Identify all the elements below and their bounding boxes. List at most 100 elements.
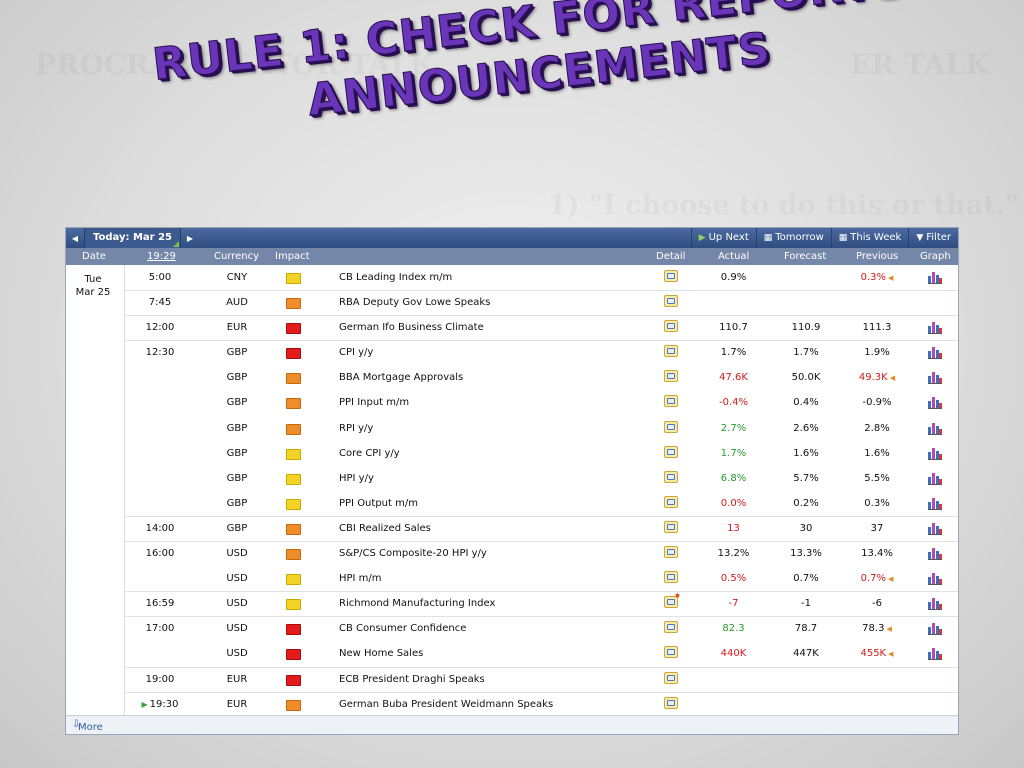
graph-chart-icon[interactable] [928,622,942,636]
graph-chart-icon[interactable] [928,547,942,561]
impact-high-icon [286,674,301,686]
detail-folder-icon[interactable] [664,591,681,609]
event-row[interactable]: 12:00 EUR German Ifo Business Climate 110.7… [66,315,958,340]
event-currency: USD [226,573,248,585]
event-row[interactable]: 14:00 GBP CBI Realized Sales 13 30 37 [66,515,958,541]
graph-chart-icon[interactable] [928,447,942,460]
event-row[interactable]: GBP PPI Input m/m -0.4% 0.4% -0.9% [66,390,958,415]
graph-chart-icon[interactable] [928,422,942,435]
event-name[interactable]: HPI m/m [339,573,382,584]
event-row[interactable]: 12:30 GBP CPI y/y 1.7% 1.7% 1.9% [66,340,958,365]
event-row[interactable]: 16:59 USD Richmond Manufacturing Index -7 -1… [66,591,958,616]
event-row[interactable]: GBP PPI Output m/m 0.0% 0.2% 0.3% [66,491,958,516]
event-row[interactable]: GBP HPI y/y 6.8% 5.7% 5.5% [66,466,958,491]
event-name[interactable]: German Buba President Weidmann Speaks [339,699,553,710]
event-time: 19:00 [145,673,175,685]
detail-folder-icon[interactable] [664,646,678,659]
graph-chart-icon[interactable] [928,497,942,510]
detail-folder-icon[interactable] [664,546,678,559]
detail-folder-icon[interactable] [664,295,678,308]
graph-chart-icon[interactable] [928,346,942,360]
graph-chart-icon[interactable] [928,271,942,284]
event-row[interactable]: 16:00 USD S&P/CS Composite-20 HPI y/y 13.2%… [66,541,958,566]
event-name[interactable]: ECB President Draghi Speaks [339,674,485,685]
event-name[interactable]: CPI y/y [339,347,373,358]
event-previous: 0.3% [864,497,890,509]
detail-folder-icon[interactable] [664,696,678,709]
detail-folder-icon[interactable] [664,445,678,458]
event-name[interactable]: CBI Realized Sales [339,523,431,534]
event-actual: 82.3 [722,623,745,635]
event-row[interactable]: USD HPI m/m 0.5% 0.7% 0.7% ◀ [66,566,958,591]
detail-folder-icon[interactable] [664,395,678,408]
event-forecast: 13.3% [790,548,822,560]
col-time-current[interactable]: 19:29 [147,251,176,262]
event-row[interactable]: 5:00 CNY CB Leading Index m/m 0.9% 0.3% ◀ [66,265,958,290]
filter-button[interactable]: ▼ Filter [908,228,958,248]
detail-folder-icon[interactable] [664,571,678,584]
detail-folder-icon[interactable] [664,320,678,333]
detail-folder-icon[interactable] [664,470,678,483]
play-icon: ▶ [698,233,706,243]
event-name[interactable]: PPI Input m/m [339,397,409,408]
filter-icon: ▼ [916,233,924,243]
event-name[interactable]: PPI Output m/m [339,498,418,509]
event-row[interactable]: USD New Home Sales 440K 447K 455K ◀ [66,641,958,666]
detail-folder-icon[interactable] [664,370,678,383]
event-forecast: 50.0K [791,372,821,384]
event-name[interactable]: CB Consumer Confidence [339,623,466,634]
event-previous: 13.4% [861,548,893,560]
detail-folder-icon[interactable] [664,671,678,684]
event-currency: USD [226,648,248,660]
graph-chart-icon[interactable] [928,522,942,535]
next-day-arrow-icon[interactable]: ▶ [181,234,199,243]
graph-chart-icon[interactable] [928,371,942,385]
detail-folder-icon[interactable] [664,520,678,533]
graph-chart-icon[interactable] [928,572,942,586]
graph-chart-icon[interactable] [928,597,942,611]
event-previous: 78.3 ◀ [862,623,892,635]
event-name[interactable]: S&P/CS Composite-20 HPI y/y [339,548,487,559]
event-previous: 455K ◀ [860,648,894,660]
event-row[interactable]: GBP Core CPI y/y 1.7% 1.6% 1.6% [66,441,958,466]
col-graph: Graph [920,251,951,262]
event-actual: 2.7% [720,422,747,434]
event-row[interactable]: 17:00 USD CB Consumer Confidence 82.3 78.7 78… [66,616,958,641]
impact-med-icon [286,549,301,561]
event-name[interactable]: RPI y/y [339,423,373,434]
this-week-button[interactable]: ▦ This Week [830,228,909,248]
detail-folder-icon[interactable] [664,621,678,634]
detail-folder-icon[interactable] [664,345,678,358]
detail-folder-icon[interactable] [664,270,678,282]
today-button[interactable]: Today: Mar 25 [84,228,181,248]
graph-chart-icon[interactable] [928,321,942,335]
event-name[interactable]: HPI y/y [339,473,374,484]
event-row[interactable]: GBP BBA Mortgage Approvals 47.6K 50.0K 49.3K… [66,365,958,390]
column-header-row: Date 19:29 Currency Impact Detail Actual… [66,248,958,265]
prev-day-arrow-icon[interactable]: ◀ [66,234,84,243]
graph-chart-icon[interactable] [928,472,942,485]
event-row[interactable]: GBP RPI y/y 2.7% 2.6% 2.8% [66,416,958,441]
detail-folder-icon[interactable] [664,420,678,433]
event-time: ▶ 19:30 [141,698,179,710]
graph-chart-icon[interactable] [928,647,942,661]
event-name[interactable]: German Ifo Business Climate [339,322,484,333]
event-name[interactable]: CB Leading Index m/m [339,272,452,283]
event-time: 14:00 [145,522,175,534]
event-row[interactable]: 7:45 AUD RBA Deputy Gov Lowe Speaks [66,290,958,315]
graph-chart-icon[interactable] [928,396,942,410]
event-row[interactable]: ▶ 19:30 EUR German Buba President Weidmann … [66,691,958,717]
event-name[interactable]: Core CPI y/y [339,448,400,459]
detail-folder-icon[interactable] [664,495,678,508]
tomorrow-button[interactable]: ▦ Tomorrow [755,228,831,248]
event-name[interactable]: New Home Sales [339,648,423,659]
event-name[interactable]: BBA Mortgage Approvals [339,372,463,383]
event-name[interactable]: RBA Deputy Gov Lowe Speaks [339,297,490,308]
event-currency: GBP [226,397,248,409]
up-next-button[interactable]: ▶ Up Next [690,228,756,248]
event-forecast: 2.6% [793,422,819,434]
event-name[interactable]: Richmond Manufacturing Index [339,598,495,609]
more-link[interactable]: ⇩ More [72,719,103,733]
event-row[interactable]: 19:00 EUR ECB President Draghi Speaks [66,666,958,692]
event-previous: 0.3% ◀ [860,272,894,283]
